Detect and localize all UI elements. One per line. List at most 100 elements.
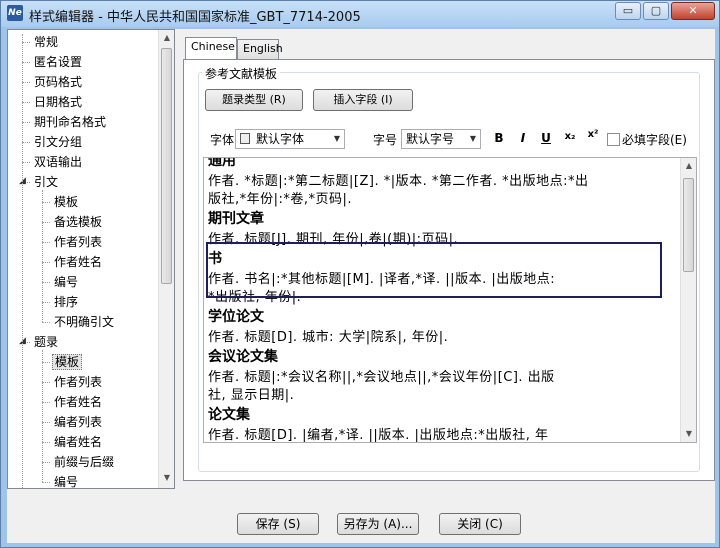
- tree-item-label: 题录: [34, 335, 59, 349]
- tree-connector: [42, 402, 50, 403]
- tab-chinese[interactable]: Chinese: [185, 37, 237, 59]
- scroll-thumb[interactable]: [161, 48, 172, 284]
- size-select[interactable]: 默认字号 ▼: [401, 129, 481, 149]
- tree-connector: [22, 122, 30, 123]
- tree-connector: [22, 62, 30, 63]
- insert-field-button[interactable]: 插入字段 (I): [313, 89, 413, 111]
- tree-item[interactable]: 作者列表: [52, 232, 104, 252]
- scroll-up-icon[interactable]: ▲: [159, 30, 174, 46]
- tree-item-label: 页码格式: [34, 75, 83, 89]
- tree-item[interactable]: 作者姓名: [52, 392, 104, 412]
- maximize-button[interactable]: ▢: [643, 2, 669, 20]
- tree-item-label: 前缀与后缀: [54, 455, 115, 469]
- tree-item-label: 编号: [54, 275, 79, 289]
- required-field-checkbox[interactable]: [607, 133, 620, 146]
- tree-item-label: 作者姓名: [54, 395, 103, 409]
- scroll-thumb[interactable]: [683, 178, 694, 272]
- tree-item-label: 模板: [54, 195, 79, 209]
- app-icon: Ne: [7, 5, 23, 21]
- tree-item-label: 不明确引文: [54, 315, 115, 329]
- underline-button[interactable]: U: [538, 131, 554, 145]
- tree-item[interactable]: 编者姓名: [52, 432, 104, 452]
- minimize-icon: ▭: [622, 4, 634, 17]
- tree-connector: [22, 142, 30, 143]
- save-button[interactable]: 保存 (S): [237, 513, 319, 535]
- style-editor-window: Ne 样式编辑器 - 中华人民共和国国家标准_GBT_7714-2005 ▭ ▢…: [0, 0, 720, 548]
- settings-tree[interactable]: 常规 匿名设置 页码格式 日期格式 期刊命名格式 引文分组 双语输出 引文 ◢ 模板 备选模板 作者列…: [7, 29, 175, 489]
- tree-item[interactable]: 常规: [32, 32, 60, 52]
- client-area: 常规 匿名设置 页码格式 日期格式 期刊命名格式 引文分组 双语输出 引文 ◢ 模板 备选模板 作者列…: [7, 29, 715, 543]
- entry-template-line: 社, 显示日期|.: [208, 388, 295, 403]
- tree-item-label: 作者列表: [54, 235, 103, 249]
- subscript-button[interactable]: x₂: [562, 131, 578, 142]
- tree-connector: [42, 302, 50, 303]
- tree-item[interactable]: 期刊命名格式: [32, 112, 108, 132]
- size-select-value: 默认字号: [406, 132, 455, 146]
- entry-title: 学位论文: [208, 309, 264, 325]
- bold-button[interactable]: B: [491, 131, 507, 145]
- tree-item[interactable]: 编者列表: [52, 412, 104, 432]
- tree-item[interactable]: 模板: [52, 192, 80, 212]
- tree-item[interactable]: 作者列表: [52, 372, 104, 392]
- tree-connector: [42, 362, 50, 363]
- tree-item-label: 排序: [54, 295, 79, 309]
- title-bar[interactable]: Ne 样式编辑器 - 中华人民共和国国家标准_GBT_7714-2005 ▭ ▢…: [1, 1, 719, 27]
- tree-item[interactable]: 前缀与后缀: [52, 452, 116, 472]
- entry-template-line: 作者. 标题[D]. |编者,*译. ||版本. |出版地点:*出版社, 年: [208, 428, 549, 443]
- editor-scrollbar[interactable]: ▲ ▼: [680, 158, 696, 442]
- tree-connector: [42, 322, 50, 323]
- italic-button[interactable]: I: [515, 131, 531, 145]
- tree-item[interactable]: 双语输出: [32, 152, 84, 172]
- tree-item-label: 编号: [54, 475, 79, 489]
- tree-item[interactable]: 编号: [52, 272, 80, 292]
- tree-item[interactable]: 排序: [52, 292, 80, 312]
- entry-title: 论文集: [208, 407, 250, 423]
- tree-item-label: 模板: [52, 354, 83, 370]
- tree-connector: [22, 102, 30, 103]
- tree-item[interactable]: 题录: [32, 332, 60, 352]
- tree-item-label: 编者姓名: [54, 435, 103, 449]
- tree-scrollbar[interactable]: ▲ ▼: [158, 30, 174, 488]
- chevron-down-icon: ▼: [333, 134, 340, 143]
- scroll-up-icon[interactable]: ▲: [681, 158, 696, 174]
- tab-english[interactable]: English: [237, 39, 283, 59]
- font-select[interactable]: 默认字体 ▼: [235, 129, 345, 149]
- tree-connector: [42, 190, 43, 322]
- tree-connector: [22, 162, 30, 163]
- tree-item-label: 作者姓名: [54, 255, 103, 269]
- tree-connector: [42, 262, 50, 263]
- tree-connector: [42, 462, 50, 463]
- save-as-button[interactable]: 另存为 (A)...: [337, 513, 419, 535]
- tree-item[interactable]: 编号: [52, 472, 80, 489]
- size-label: 字号: [373, 133, 398, 147]
- group-title: 参考文献模板: [202, 65, 281, 82]
- tree-item[interactable]: 引文分组: [32, 132, 84, 152]
- tree-item[interactable]: 页码格式: [32, 72, 84, 92]
- tree-item[interactable]: 作者姓名: [52, 252, 104, 272]
- template-editor[interactable]: 通用 作者. *标题|:*第二标题|[Z]. *|版本. *第二作者. *出版地点…: [203, 157, 697, 443]
- tree-item[interactable]: 不明确引文: [52, 312, 116, 332]
- entry-title: 会议论文集: [208, 349, 278, 365]
- minimize-button[interactable]: ▭: [615, 2, 641, 20]
- tree-item[interactable]: 模板: [52, 352, 83, 372]
- tree-connector: [42, 222, 50, 223]
- tree-item-label: 编者列表: [54, 415, 103, 429]
- tree-item[interactable]: 引文: [32, 172, 60, 192]
- scroll-down-icon[interactable]: ▼: [159, 470, 174, 486]
- tree-connector: [42, 382, 50, 383]
- reference-type-button[interactable]: 题录类型 (R): [205, 89, 303, 111]
- scroll-down-icon[interactable]: ▼: [681, 426, 696, 442]
- close-icon: ✕: [688, 4, 698, 17]
- entry-template-line: 作者. 标题|:*会议名称||,*会议地点||,*会议年份|[C]. 出版: [208, 370, 555, 385]
- tree-connector: [42, 482, 50, 483]
- superscript-button[interactable]: x²: [585, 129, 601, 140]
- window-title: 样式编辑器 - 中华人民共和国国家标准_GBT_7714-2005: [29, 10, 361, 25]
- tree-item[interactable]: 匿名设置: [32, 52, 84, 72]
- close-window-button[interactable]: ✕: [671, 2, 715, 20]
- tree-item[interactable]: 日期格式: [32, 92, 84, 112]
- maximize-icon: ▢: [650, 4, 662, 17]
- close-button[interactable]: 关闭 (C): [439, 513, 521, 535]
- tree-item-label: 作者列表: [54, 375, 103, 389]
- tree-item[interactable]: 备选模板: [52, 212, 104, 232]
- tree-item-label: 期刊命名格式: [34, 115, 107, 129]
